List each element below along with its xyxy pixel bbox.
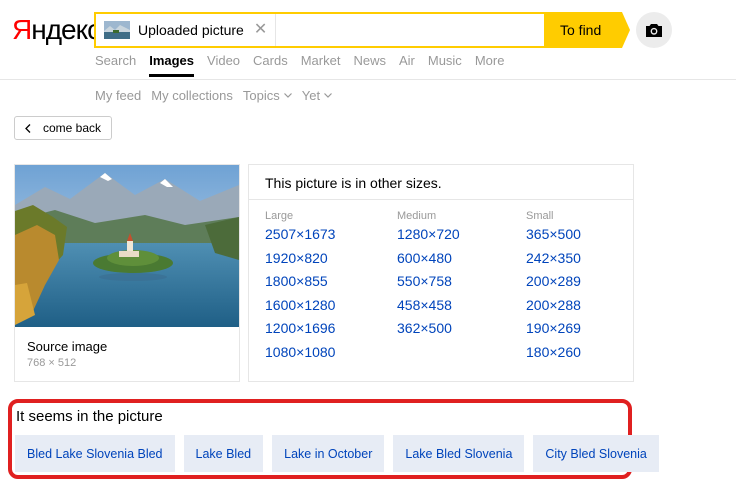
source-image-card[interactable]: Source image 768 × 512 [14,164,240,382]
service-tabs: Search Images Video Cards Market News Ai… [95,53,517,77]
search-bar: Uploaded picture ✕ To find [94,12,630,48]
related-tags-section: It seems in the picture Bled Lake Sloven… [8,399,659,479]
camera-button[interactable] [636,12,672,48]
size-link[interactable]: 365×500 [526,223,581,247]
size-link[interactable]: 458×458 [397,294,460,318]
related-tag-chip[interactable]: Lake Bled [183,435,264,472]
chevron-left-icon [25,123,31,133]
come-back-button[interactable]: come back [14,116,113,140]
images-subnav: My feed My collections Topics Yet [95,88,342,103]
subtab-my-feed[interactable]: My feed [95,88,141,103]
other-sizes-title: This picture is in other sizes. [265,175,442,191]
size-link[interactable]: 1800×855 [265,270,335,294]
chevron-down-icon [283,93,292,98]
size-link[interactable]: 600×480 [397,247,460,271]
related-tag-chip[interactable]: Bled Lake Slovenia Bled [15,435,175,472]
sizes-column-small: Small 365×500 242×350 200×289 200×288 19… [526,209,581,364]
related-tag-chip[interactable]: City Bled Slovenia [533,435,659,472]
related-tag-chip[interactable]: Lake Bled Slovenia [393,435,525,472]
size-link[interactable]: 200×288 [526,294,581,318]
size-link[interactable]: 2507×1673 [265,223,335,247]
subtab-topics[interactable]: Topics [243,88,292,103]
tab-air[interactable]: Air [399,53,415,77]
come-back-label: come back [43,121,102,135]
tab-search[interactable]: Search [95,53,136,77]
size-link[interactable]: 1600×1280 [265,294,335,318]
sizes-column-heading: Large [265,210,294,222]
tab-cards[interactable]: Cards [253,53,288,77]
sizes-column-medium: Medium 1280×720 600×480 550×758 458×458 … [397,209,460,341]
header-divider [0,79,736,80]
size-link[interactable]: 200×289 [526,270,581,294]
related-tags-list: Bled Lake Slovenia Bled Lake Bled Lake i… [15,435,668,472]
size-link[interactable]: 1080×1080 [265,341,335,365]
size-link[interactable]: 1920×820 [265,247,335,271]
sizes-column-heading: Medium [397,210,437,222]
other-sizes-card: This picture is in other sizes. Large 25… [248,164,634,382]
tab-video[interactable]: Video [207,53,240,77]
size-link[interactable]: 190×269 [526,317,581,341]
subtab-label: Topics [242,88,280,103]
subtab-yet[interactable]: Yet [301,88,333,103]
subtab-label: My collections [151,88,233,103]
other-sizes-divider [249,199,633,200]
size-link[interactable]: 242×350 [526,247,581,271]
related-tag-chip[interactable]: Lake in October [272,435,385,472]
related-tags-title: It seems in the picture [16,408,163,425]
size-link[interactable]: 180×260 [526,341,581,365]
uploaded-thumbnail [104,21,130,39]
size-link[interactable]: 1200×1696 [265,317,335,341]
tab-images[interactable]: Images [149,53,195,77]
subtab-my-collections[interactable]: My collections [151,88,233,103]
yandex-logo[interactable]: Яндекс [12,14,101,46]
sizes-column-large: Large 2507×1673 1920×820 1800×855 1600×1… [265,209,335,364]
uploaded-picture-label: Uploaded picture [138,22,244,38]
tab-music[interactable]: Music [428,53,462,77]
search-input[interactable]: Uploaded picture ✕ [94,12,546,48]
subtab-label: Yet [301,88,321,103]
logo-rest: ндекс [31,14,101,45]
size-link[interactable]: 550×758 [397,270,460,294]
close-icon[interactable]: ✕ [254,22,267,38]
uploaded-picture-chip[interactable]: Uploaded picture ✕ [96,14,277,46]
size-link[interactable]: 1280×720 [397,223,460,247]
subtab-label: My feed [95,88,142,103]
tab-more[interactable]: More [475,53,505,77]
chevron-down-icon [324,93,333,98]
tab-news[interactable]: News [353,53,386,77]
source-image-dimensions: 768 × 512 [27,357,77,369]
logo-first-letter: Я [12,14,32,45]
find-button[interactable]: To find [544,12,630,48]
source-image[interactable] [15,165,239,327]
camera-icon [646,23,662,37]
source-image-title: Source image [27,339,108,354]
size-link[interactable]: 362×500 [397,317,460,341]
tab-market[interactable]: Market [301,53,341,77]
sizes-column-heading: Small [526,210,554,222]
